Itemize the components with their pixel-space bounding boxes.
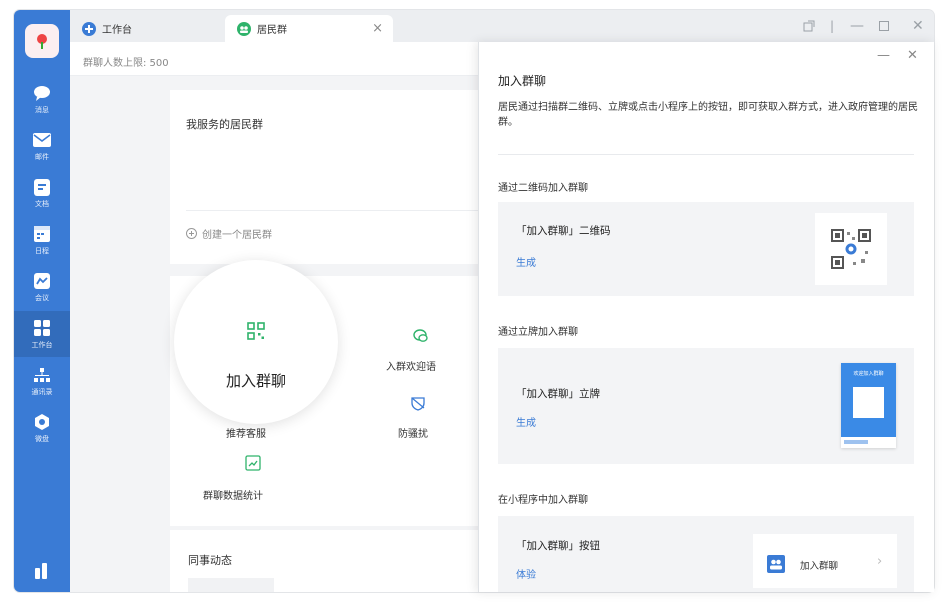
anti-harassment-label[interactable]: 防骚扰: [398, 425, 428, 440]
minimize-icon[interactable]: —: [877, 48, 890, 63]
app-logo[interactable]: [25, 24, 59, 58]
sidebar-item-label: 邮件: [35, 153, 49, 161]
stand-footer-logo: [844, 440, 868, 444]
join-group-panel: — ✕ 加入群聊 居民通过扫描群二维码、立牌或点击小程序上的按钮，即可获取入群方…: [478, 42, 934, 592]
close-icon[interactable]: ×: [372, 21, 383, 36]
stand-preview-title: 欢迎加入群聊: [853, 371, 884, 377]
qr-method-card: 「加入群聊」二维码 生成: [498, 202, 914, 296]
chart-icon: [245, 455, 261, 471]
maximize-icon[interactable]: [879, 10, 889, 42]
join-button-preview[interactable]: 加入群聊 ›: [753, 534, 897, 588]
resident-group-icon: [237, 21, 251, 36]
stand-method-name: 「加入群聊」立牌: [516, 388, 600, 400]
qr-generate-link[interactable]: 生成: [516, 254, 536, 269]
sidebar-item-mail[interactable]: 邮件: [14, 123, 70, 169]
join-group-label: 加入群聊: [225, 372, 286, 390]
create-group-link[interactable]: 创建一个居民群: [186, 226, 272, 241]
divider: [498, 154, 914, 155]
sidebar-item-label: 文档: [35, 200, 49, 208]
close-icon[interactable]: ✕: [907, 48, 918, 63]
tab-label: 工作台: [102, 25, 132, 36]
shield-icon: [411, 397, 425, 411]
sidebar-item-messages[interactable]: 消息: [14, 76, 70, 122]
sidebar-item-label: 通讯录: [31, 388, 53, 396]
meeting-icon: [32, 271, 52, 291]
colleague-activity-title: 同事动态: [188, 554, 232, 567]
chat-icon: [32, 83, 52, 103]
workbench-icon: [82, 21, 96, 36]
sidebar-item-label: 微盘: [35, 435, 49, 443]
my-groups-card: 我服务的居民群 创建一个居民群: [170, 90, 490, 264]
sidebar-item-calendar[interactable]: 日程: [14, 217, 70, 263]
chevron-right-icon: ›: [877, 554, 883, 569]
popout-icon[interactable]: [803, 10, 815, 42]
divider: [186, 210, 490, 211]
sidebar-item-label: 消息: [35, 106, 49, 114]
mail-icon: [32, 130, 52, 150]
panel-title: 加入群聊: [498, 74, 547, 88]
sidebar-item-docs[interactable]: 文档: [14, 170, 70, 216]
recommend-service-label[interactable]: 推荐客服: [226, 425, 266, 440]
join-group-spotlight[interactable]: 加入群聊: [174, 260, 338, 424]
stand-preview: 欢迎加入群聊: [841, 363, 896, 448]
calendar-icon: [32, 224, 52, 244]
panel-description: 居民通过扫描群二维码、立牌或点击小程序上的按钮，即可获取入群方式，进入政府管理的…: [498, 102, 918, 128]
divider: |: [830, 19, 835, 33]
sidebar: 消息 邮件 文档 日程 会议 工作台 通讯录 微盘: [14, 10, 70, 592]
qr-code-icon: [247, 322, 265, 340]
contacts-icon: [32, 365, 52, 385]
qr-method-name: 「加入群聊」二维码: [516, 225, 611, 237]
group-limit-text: 群聊人数上限: 500: [83, 58, 169, 69]
tab-workbench[interactable]: 工作台: [70, 15, 220, 42]
close-window-icon[interactable]: ✕: [912, 10, 924, 42]
my-groups-title: 我服务的居民群: [186, 118, 263, 131]
sidebar-item-disk[interactable]: 微盘: [14, 405, 70, 451]
sidebar-item-label: 工作台: [31, 341, 53, 349]
miniprogram-method-card: 「加入群聊」按钮 体验 加入群聊 ›: [498, 516, 914, 592]
stand-method-card: 「加入群聊」立牌 生成 欢迎加入群聊: [498, 348, 914, 464]
plus-circle-icon: [186, 228, 197, 239]
create-group-label: 创建一个居民群: [202, 230, 272, 241]
tab-resident-group[interactable]: 居民群 ×: [225, 15, 393, 42]
document-icon: [32, 177, 52, 197]
stand-qr: [853, 387, 884, 418]
welcome-message-label[interactable]: 入群欢迎语: [386, 358, 436, 373]
miniprogram-try-link[interactable]: 体验: [516, 566, 536, 581]
colleague-activity-card: 同事动态: [170, 530, 490, 592]
section-title-qr: 通过二维码加入群聊: [498, 183, 588, 194]
sidebar-item-meeting[interactable]: 会议: [14, 264, 70, 310]
grid-icon: [32, 318, 52, 338]
qr-preview: [815, 213, 887, 285]
qr-code-icon: [831, 229, 871, 269]
more-apps-icon[interactable]: [32, 560, 52, 580]
sidebar-item-workbench[interactable]: 工作台: [14, 311, 70, 357]
section-title-miniprogram: 在小程序中加入群聊: [498, 495, 588, 506]
join-button-label: 加入群聊: [800, 561, 839, 572]
group-stats-label[interactable]: 群聊数据统计: [203, 487, 263, 502]
section-title-stand: 通过立牌加入群聊: [498, 327, 578, 338]
users-icon: [767, 555, 785, 573]
sidebar-item-contacts[interactable]: 通讯录: [14, 358, 70, 404]
tab-label: 居民群: [257, 25, 287, 36]
sidebar-item-label: 日程: [35, 247, 49, 255]
minimize-icon[interactable]: —: [850, 10, 864, 42]
stand-generate-link[interactable]: 生成: [516, 414, 536, 429]
miniprogram-method-name: 「加入群聊」按钮: [516, 540, 600, 552]
sidebar-item-label: 会议: [35, 294, 49, 302]
welcome-chat-icon: [413, 329, 428, 342]
disk-icon: [32, 412, 52, 432]
activity-placeholder: [188, 578, 274, 592]
tab-bar: 工作台 居民群 × | — ✕: [70, 10, 934, 42]
